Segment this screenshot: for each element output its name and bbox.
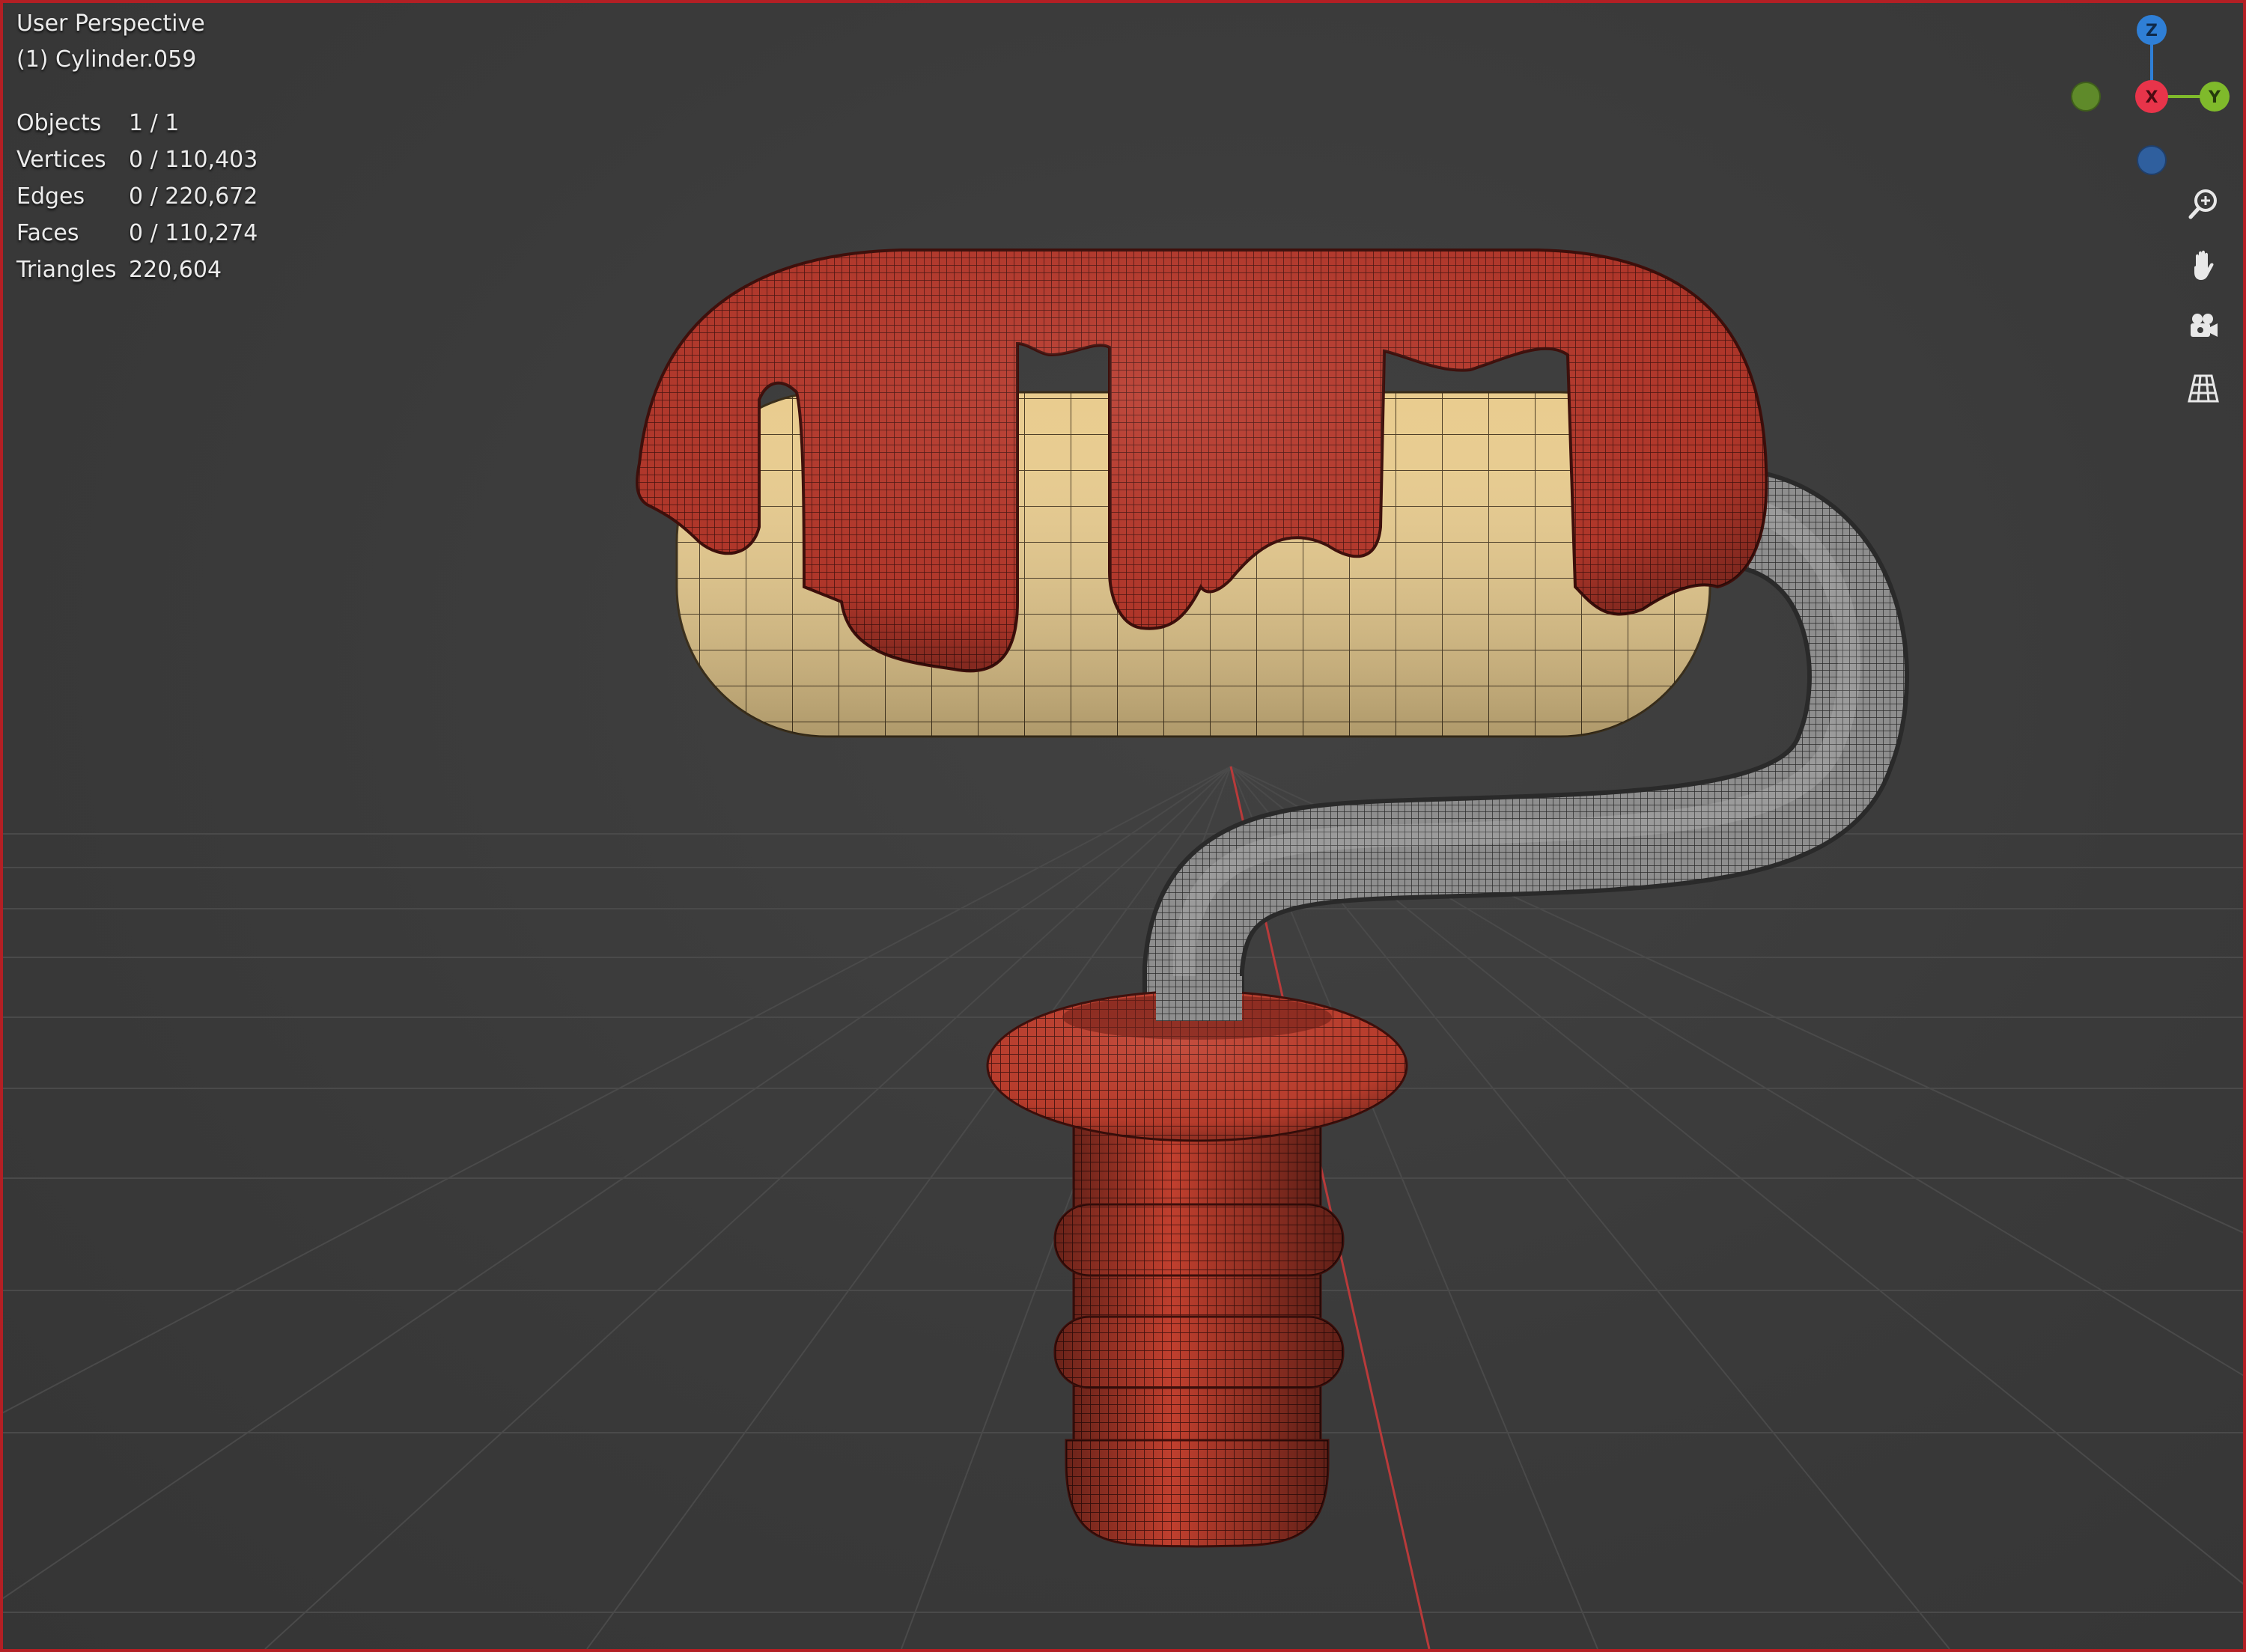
y-axis-label: Y [2208,88,2221,107]
camera-view-button[interactable] [2179,302,2228,352]
stat-value: 0 / 110,274 [129,220,258,246]
neg-z-axis-handle[interactable] [2137,145,2167,175]
perspective-toggle-button[interactable] [2179,364,2228,413]
stat-objects: Objects 1 / 1 [16,105,258,141]
neg-y-axis-handle[interactable] [2071,82,2101,112]
x-axis-label: X [2146,88,2158,107]
view-title: User Perspective [16,10,205,37]
stat-label: Triangles [16,257,117,283]
pan-hand-icon [2194,250,2214,280]
pan-button[interactable] [2179,241,2228,290]
handle-grip [986,976,1408,1548]
stat-value: 0 / 110,403 [129,147,258,173]
stat-value: 1 / 1 [129,110,180,136]
stat-triangles: Triangles 220,604 [16,252,258,288]
y-axis-handle[interactable]: Y [2200,82,2230,112]
zoom-icon [2188,189,2217,219]
stat-label: Faces [16,220,79,246]
active-object-label: (1) Cylinder.059 [16,46,197,73]
z-axis-handle[interactable]: Z [2137,15,2167,45]
scene-statistics: Objects 1 / 1 Vertices 0 / 110,403 Edges… [16,105,258,288]
zoom-button[interactable] [2179,180,2228,229]
3d-viewport[interactable]: User Perspective (1) Cylinder.059 Object… [0,0,2246,1652]
stat-value: 220,604 [129,257,222,283]
stat-edges: Edges 0 / 220,672 [16,178,258,215]
stat-label: Edges [16,183,85,210]
x-axis-handle[interactable]: X [2135,80,2168,113]
stat-faces: Faces 0 / 110,274 [16,215,258,252]
stat-vertices: Vertices 0 / 110,403 [16,141,258,178]
perspective-grid-icon [2188,374,2219,403]
stat-label: Vertices [16,147,106,173]
stat-value: 0 / 220,672 [129,183,258,210]
z-axis-label: Z [2146,22,2158,40]
scene-render[interactable] [3,3,2243,1649]
stat-label: Objects [16,110,102,136]
navigation-gizmo[interactable]: Z Y X [2054,10,2234,175]
camera-icon [2191,314,2218,337]
